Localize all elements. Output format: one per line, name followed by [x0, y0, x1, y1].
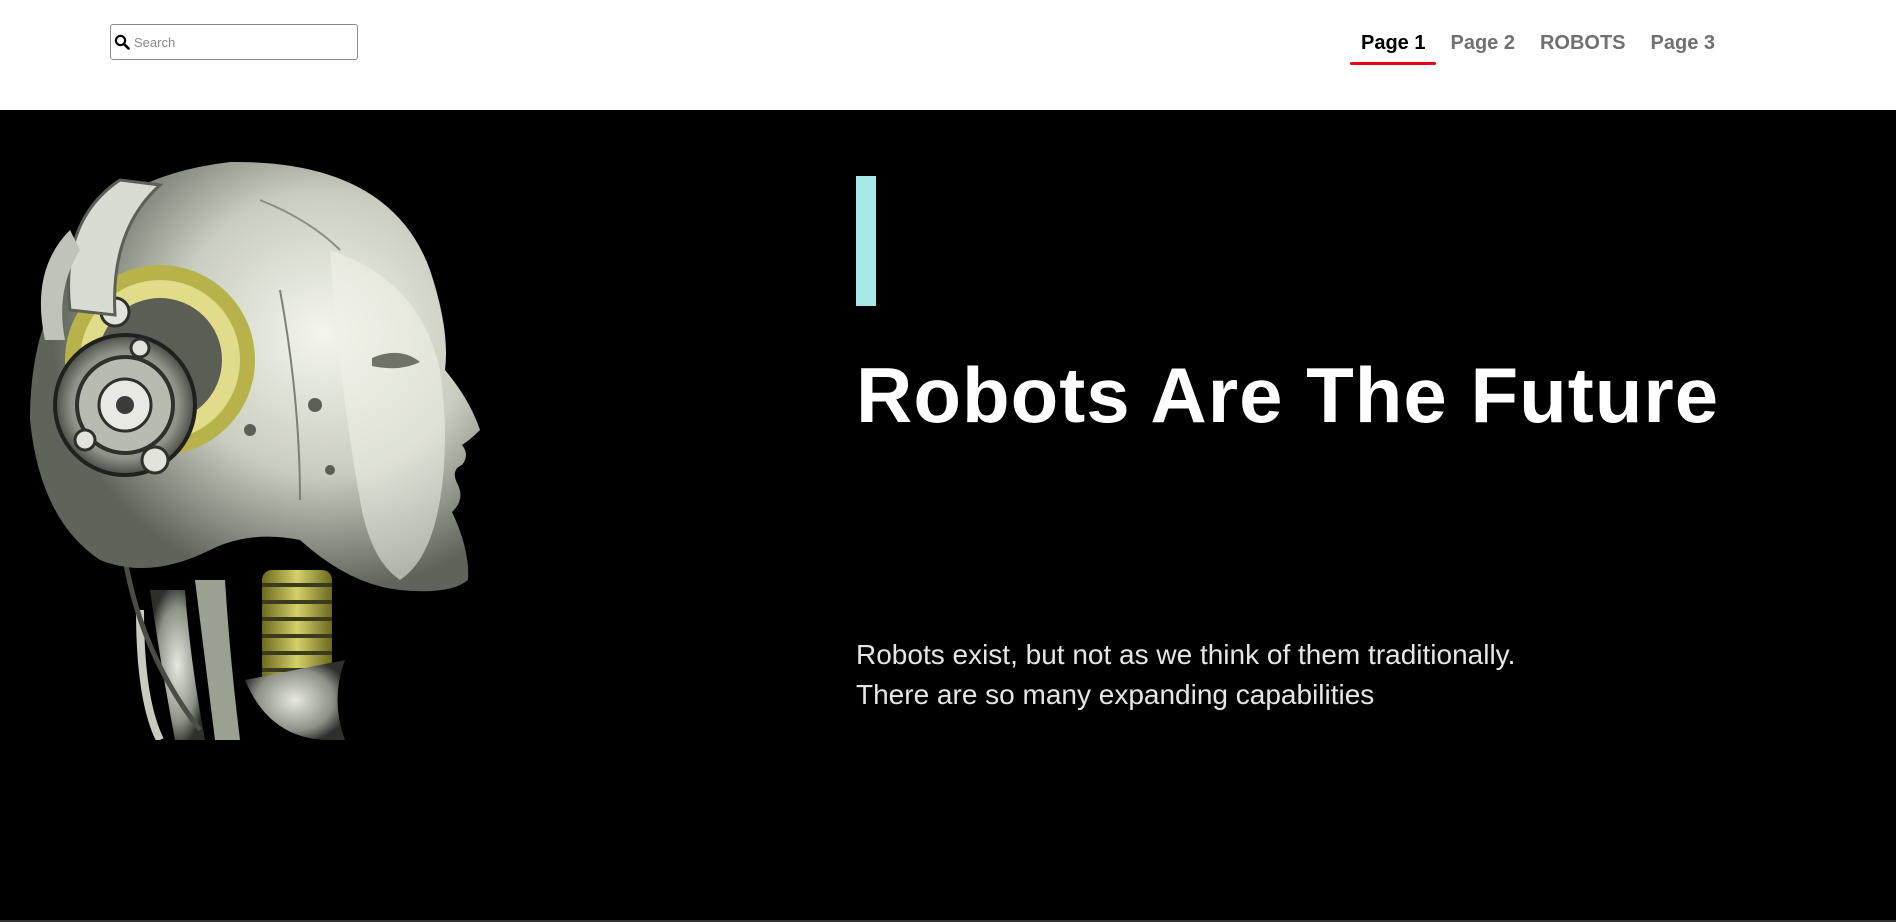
- nav-item-page-2[interactable]: Page 2: [1439, 30, 1525, 65]
- nav-item-robots[interactable]: ROBOTS: [1529, 30, 1637, 65]
- accent-bar: [856, 176, 876, 306]
- hero-description-line-2: There are so many expanding capabilities: [856, 679, 1375, 710]
- search-box[interactable]: [110, 24, 358, 60]
- main-nav: Page 1 Page 2 ROBOTS Page 3: [1350, 30, 1729, 70]
- site-header: Page 1 Page 2 ROBOTS Page 3: [0, 0, 1896, 110]
- nav-item-page-1[interactable]: Page 1: [1350, 30, 1437, 65]
- hero-description: Robots exist, but not as we think of the…: [856, 635, 1756, 715]
- robot-head-image: [30, 161, 480, 740]
- nav-item-page-3[interactable]: Page 3: [1640, 30, 1726, 65]
- search-input[interactable]: [132, 34, 344, 50]
- search-icon[interactable]: [114, 33, 132, 51]
- hero-description-line-1: Robots exist, but not as we think of the…: [856, 639, 1516, 670]
- hero-section: Robots Are The Future Robots exist, but …: [0, 110, 1896, 920]
- hero-title: Robots Are The Future: [856, 351, 1720, 439]
